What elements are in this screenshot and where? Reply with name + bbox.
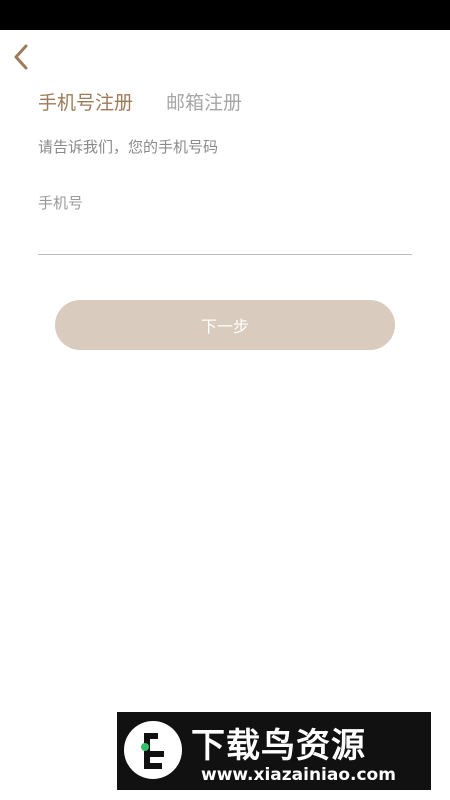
watermark-url: www.xiazainiao.com [201, 765, 396, 785]
phone-input[interactable] [38, 218, 412, 255]
chevron-left-icon [14, 44, 28, 70]
phone-label: 手机号 [38, 194, 84, 212]
back-button[interactable] [6, 40, 36, 74]
watermark-name: 下载鸟资源 [191, 726, 366, 766]
tab-phone-register[interactable]: 手机号注册 [38, 88, 133, 115]
status-bar [0, 0, 450, 30]
form-subtitle: 请告诉我们，您的手机号码 [38, 138, 219, 156]
next-button[interactable]: 下一步 [55, 300, 395, 350]
register-tabs: 手机号注册 邮箱注册 [38, 88, 242, 115]
bird-logo-icon [124, 721, 182, 779]
tab-email-register[interactable]: 邮箱注册 [166, 88, 242, 115]
watermark-banner: 下载鸟资源 www.xiazainiao.com [117, 712, 431, 790]
